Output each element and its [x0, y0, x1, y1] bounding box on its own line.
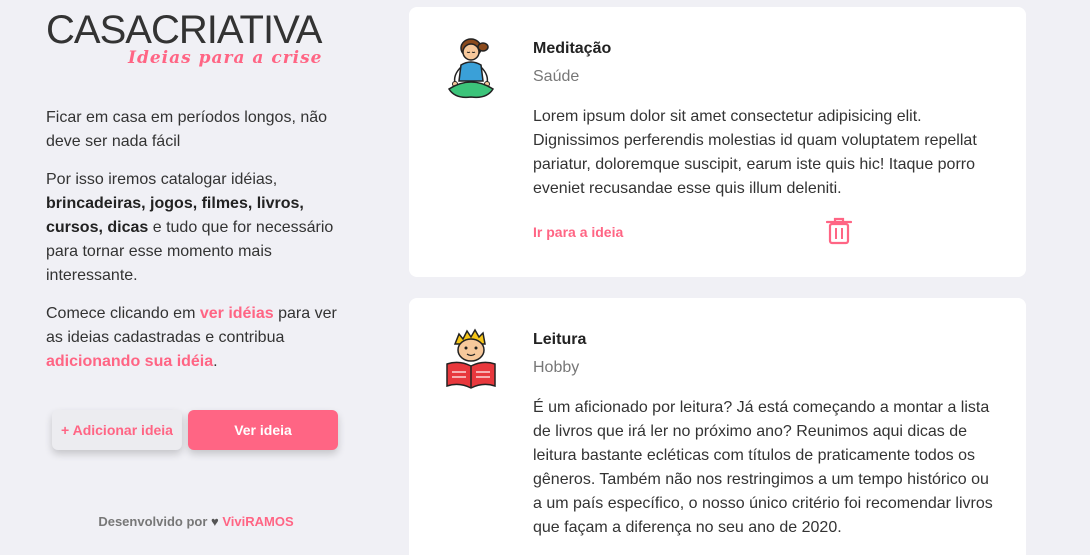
intro-p2-prefix: Por isso iremos catalogar idéias,: [46, 171, 278, 188]
logo-tagline: Ideias para a crise: [128, 48, 323, 68]
idea-description: É um aficionado por leitura? Já está com…: [533, 399, 993, 536]
footer: Desenvolvido por ♥ ViviRAMOS: [46, 514, 346, 529]
intro-link-adicionar[interactable]: adicionando sua idéia: [46, 353, 213, 370]
intro-paragraph-1: Ficar em casa em períodos longos, não de…: [46, 109, 328, 150]
intro-p3-prefix: Comece clicando em: [46, 305, 200, 322]
idea-description: Lorem ipsum dolor sit amet consectetur a…: [533, 108, 977, 197]
view-idea-button[interactable]: Ver ideia: [188, 410, 338, 450]
idea-title: Meditação: [533, 40, 612, 57]
logo-title-light: CRIATIVA: [150, 8, 323, 52]
intro-p3-suffix: .: [213, 353, 218, 370]
idea-title: Leitura: [533, 331, 587, 348]
intro-link-ver-ideias[interactable]: ver idéias: [200, 305, 274, 322]
reading-icon: [443, 326, 499, 392]
trash-icon[interactable]: [825, 217, 853, 245]
idea-card: Leitura Hobby É um aficionado por leitur…: [409, 298, 1026, 555]
heart-icon: ♥: [211, 514, 219, 529]
idea-category: Hobby: [533, 359, 580, 376]
logo-title: CASACRIATIVA: [46, 8, 323, 53]
footer-prefix: Desenvolvido por: [98, 514, 208, 529]
go-to-idea-link[interactable]: Ir para a ideia: [533, 224, 623, 240]
sidebar: CASACRIATIVA Ideias para a crise Ficar e…: [0, 0, 390, 555]
meditation-icon: [443, 35, 499, 101]
footer-author[interactable]: ViviRAMOS: [222, 514, 293, 529]
intro-text: Ficar em casa em períodos longos, não de…: [46, 106, 346, 388]
add-idea-button[interactable]: + Adicionar ideia: [52, 410, 182, 450]
logo: CASACRIATIVA Ideias para a crise: [46, 8, 346, 72]
idea-category: Saúde: [533, 68, 580, 85]
idea-card: Meditação Saúde Lorem ipsum dolor sit am…: [409, 7, 1026, 277]
logo-title-bold: CASA: [46, 8, 152, 52]
intro-paragraph-2: Por isso iremos catalogar idéias, brinca…: [46, 168, 346, 288]
intro-paragraph-3: Comece clicando em ver idéias para ver a…: [46, 302, 346, 374]
